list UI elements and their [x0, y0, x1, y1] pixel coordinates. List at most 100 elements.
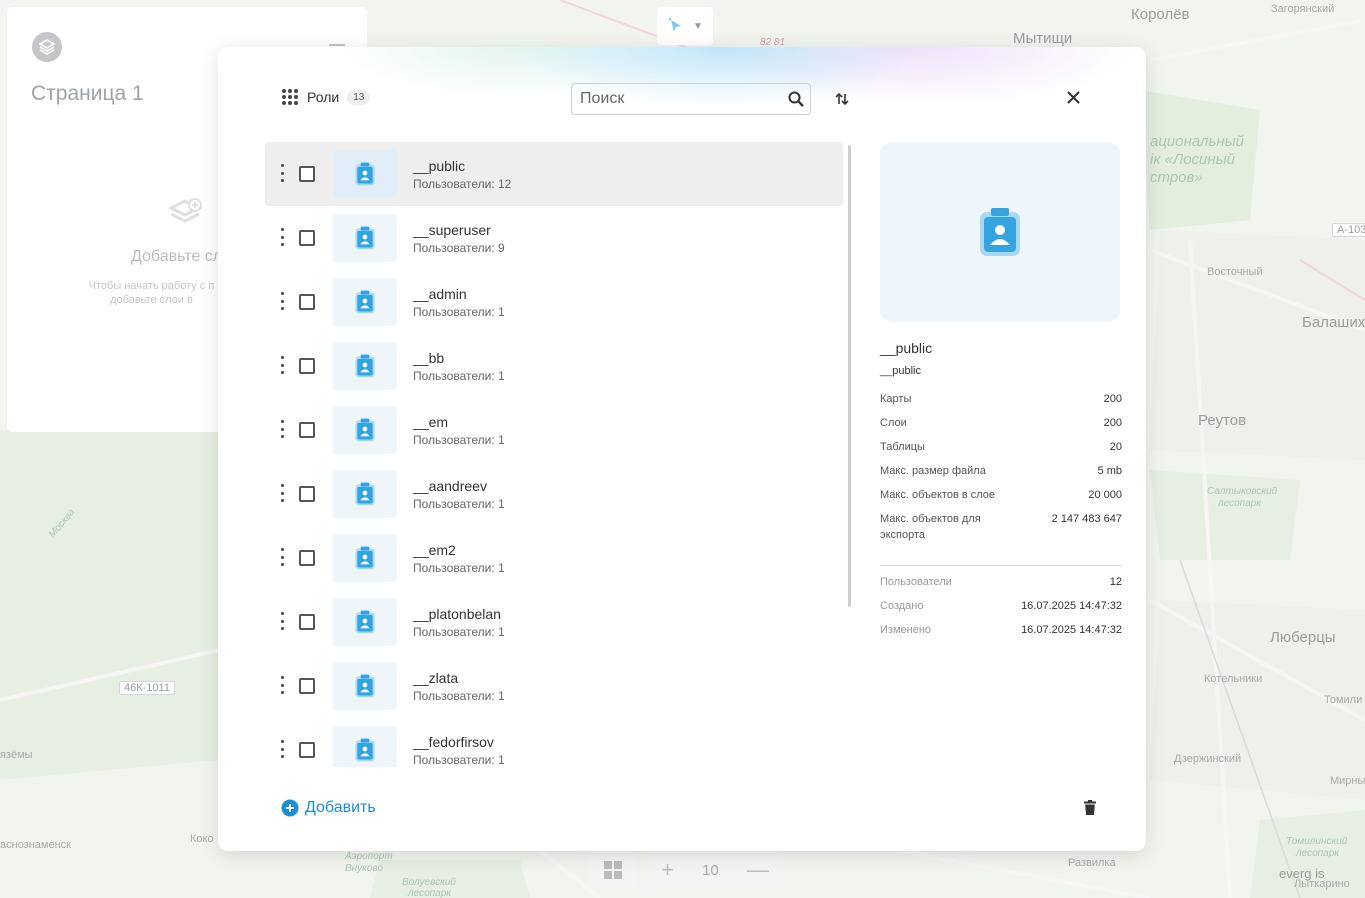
search-icon[interactable]	[788, 91, 804, 107]
zoom-bar: + 10 —	[589, 851, 783, 889]
role-row[interactable]: __bb Пользователи: 1	[265, 334, 843, 398]
role-row[interactable]: __admin Пользователи: 1	[265, 270, 843, 334]
property-value: 2 147 483 647	[1051, 513, 1122, 525]
role-name: __admin	[413, 286, 467, 302]
role-icon	[355, 482, 375, 506]
role-name: __platonbelan	[413, 606, 501, 622]
property-row: Макс. размер файла 5 mb	[880, 463, 1122, 479]
role-checkbox[interactable]	[299, 358, 315, 374]
role-checkbox[interactable]	[299, 166, 315, 182]
property-key: Макс. размер файла	[880, 465, 986, 477]
list-scrollbar[interactable]	[848, 145, 851, 607]
select-tool-button[interactable]: ▼	[657, 7, 713, 45]
close-icon	[1066, 90, 1080, 104]
role-name: __superuser	[413, 222, 491, 238]
role-checkbox[interactable]	[299, 486, 315, 502]
property-row: Создано 16.07.2025 14:47:32	[880, 598, 1122, 614]
more-vert-icon[interactable]	[279, 356, 285, 374]
more-vert-icon[interactable]	[279, 612, 285, 630]
role-row[interactable]: __em2 Пользователи: 1	[265, 526, 843, 590]
role-checkbox[interactable]	[299, 294, 315, 310]
more-vert-icon[interactable]	[279, 292, 285, 310]
role-users-count: Пользователи: 1	[413, 689, 505, 703]
role-checkbox[interactable]	[299, 678, 315, 694]
empty-state-text: Чтобы начать работу с п добавьте слои в	[88, 280, 215, 306]
close-button[interactable]	[1064, 88, 1082, 106]
more-vert-icon[interactable]	[279, 420, 285, 438]
role-checkbox[interactable]	[299, 550, 315, 566]
property-row: Слои 200	[880, 415, 1122, 431]
role-checkbox[interactable]	[299, 422, 315, 438]
roles-count-badge: 13	[347, 89, 371, 105]
property-key: Макс. объектов для экспорта	[880, 513, 981, 541]
more-vert-icon[interactable]	[279, 740, 285, 758]
delete-button[interactable]	[1084, 800, 1096, 820]
property-value: 200	[1103, 417, 1122, 429]
role-users-count: Пользователи: 1	[413, 497, 505, 511]
role-row[interactable]: __aandreev Пользователи: 1	[265, 462, 843, 526]
role-detail-name: __public	[880, 340, 933, 356]
role-row[interactable]: __fedorfirsov Пользователи: 1	[265, 718, 843, 767]
more-vert-icon[interactable]	[279, 484, 285, 502]
role-users-count: Пользователи: 1	[413, 625, 505, 639]
property-value: 200	[1103, 393, 1122, 405]
more-vert-icon[interactable]	[279, 676, 285, 694]
more-vert-icon[interactable]	[279, 548, 285, 566]
property-value: 20	[1109, 441, 1122, 453]
property-row: Таблицы 20	[880, 439, 1122, 455]
role-thumbnail	[333, 598, 397, 646]
role-thumbnail	[333, 406, 397, 454]
role-thumbnail	[333, 662, 397, 710]
layout-grid-button[interactable]	[589, 851, 637, 889]
chevron-down-icon: ▼	[693, 20, 703, 32]
trash-icon	[1084, 800, 1096, 815]
role-checkbox[interactable]	[299, 742, 315, 758]
role-checkbox[interactable]	[299, 614, 315, 630]
app-logo-icon[interactable]	[32, 32, 62, 62]
role-row[interactable]: __superuser Пользователи: 9	[265, 206, 843, 270]
role-name: __bb	[413, 350, 445, 366]
zoom-in-button[interactable]: +	[661, 857, 674, 883]
grid-icon	[604, 861, 622, 879]
more-vert-icon[interactable]	[279, 164, 285, 182]
role-row[interactable]: __public Пользователи: 12	[265, 142, 843, 206]
property-key: Макс. объектов в слое	[880, 489, 996, 501]
role-row[interactable]: __zlata Пользователи: 1	[265, 654, 843, 718]
property-value: 5 mb	[1097, 465, 1122, 477]
role-row[interactable]: __platonbelan Пользователи: 1	[265, 590, 843, 654]
property-key: Таблицы	[880, 441, 925, 453]
role-meta: Пользователи 12 Создано 16.07.2025 14:47:32…	[880, 574, 1122, 638]
zoom-out-button[interactable]: —	[747, 857, 769, 883]
plus-circle-icon	[281, 799, 299, 817]
role-thumbnail	[333, 150, 397, 198]
add-role-label: Добавить	[305, 799, 376, 816]
property-key: Слои	[880, 417, 907, 429]
page-title: Страница 1	[31, 82, 144, 105]
role-checkbox[interactable]	[299, 230, 315, 246]
dialog-title: Роли	[307, 89, 340, 105]
role-name: __zlata	[413, 670, 459, 686]
role-icon	[355, 226, 375, 250]
roles-list[interactable]: __public Пользователи: 12 __superuser Польз…	[265, 142, 845, 767]
role-icon	[355, 354, 375, 378]
apps-grid-icon[interactable]	[281, 88, 299, 106]
role-name: __aandreev	[413, 478, 487, 494]
brand-logo: everg is	[1279, 866, 1325, 881]
add-role-button[interactable]: Добавить	[281, 799, 376, 817]
dialog-header: Роли 13	[281, 88, 371, 106]
more-vert-icon[interactable]	[279, 228, 285, 246]
property-key: Создано	[880, 600, 924, 612]
role-icon	[355, 418, 375, 442]
search-input[interactable]	[580, 90, 788, 108]
role-thumbnail	[333, 214, 397, 262]
role-name: __em2	[413, 542, 456, 558]
zoom-level: 10	[702, 861, 719, 879]
property-key: Изменено	[880, 624, 932, 636]
sort-button[interactable]	[833, 90, 851, 108]
role-name: __fedorfirsov	[413, 734, 494, 750]
property-value: 16.07.2025 14:47:32	[1021, 624, 1122, 636]
property-row: Макс. объектов в слое 20 000	[880, 487, 1122, 503]
role-name: __em	[413, 414, 449, 430]
property-row: Макс. объектов для экспорта 2 147 483 647	[880, 511, 1122, 543]
role-row[interactable]: __em Пользователи: 1	[265, 398, 843, 462]
